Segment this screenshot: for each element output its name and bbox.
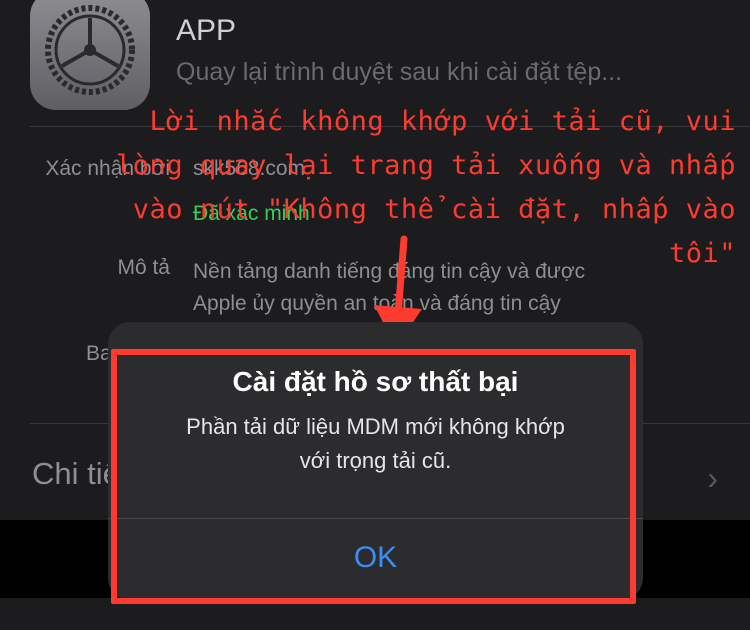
annotation-line: Lời nhắc không khớp với tải cũ, vui: [149, 106, 736, 137]
app-name: APP: [176, 14, 237, 47]
annotation-line: lòng quay lại trang tải xuống và nhấp: [116, 150, 736, 181]
settings-gear-icon: [30, 0, 150, 110]
chevron-right-icon[interactable]: ›: [707, 460, 718, 497]
annotation-line: vào nút "Không thể cài đặt, nhấp vào: [132, 194, 736, 225]
highlight-box: [111, 349, 636, 604]
app-subtitle: Quay lại trình duyệt sau khi cài đặt tệp…: [176, 58, 623, 86]
